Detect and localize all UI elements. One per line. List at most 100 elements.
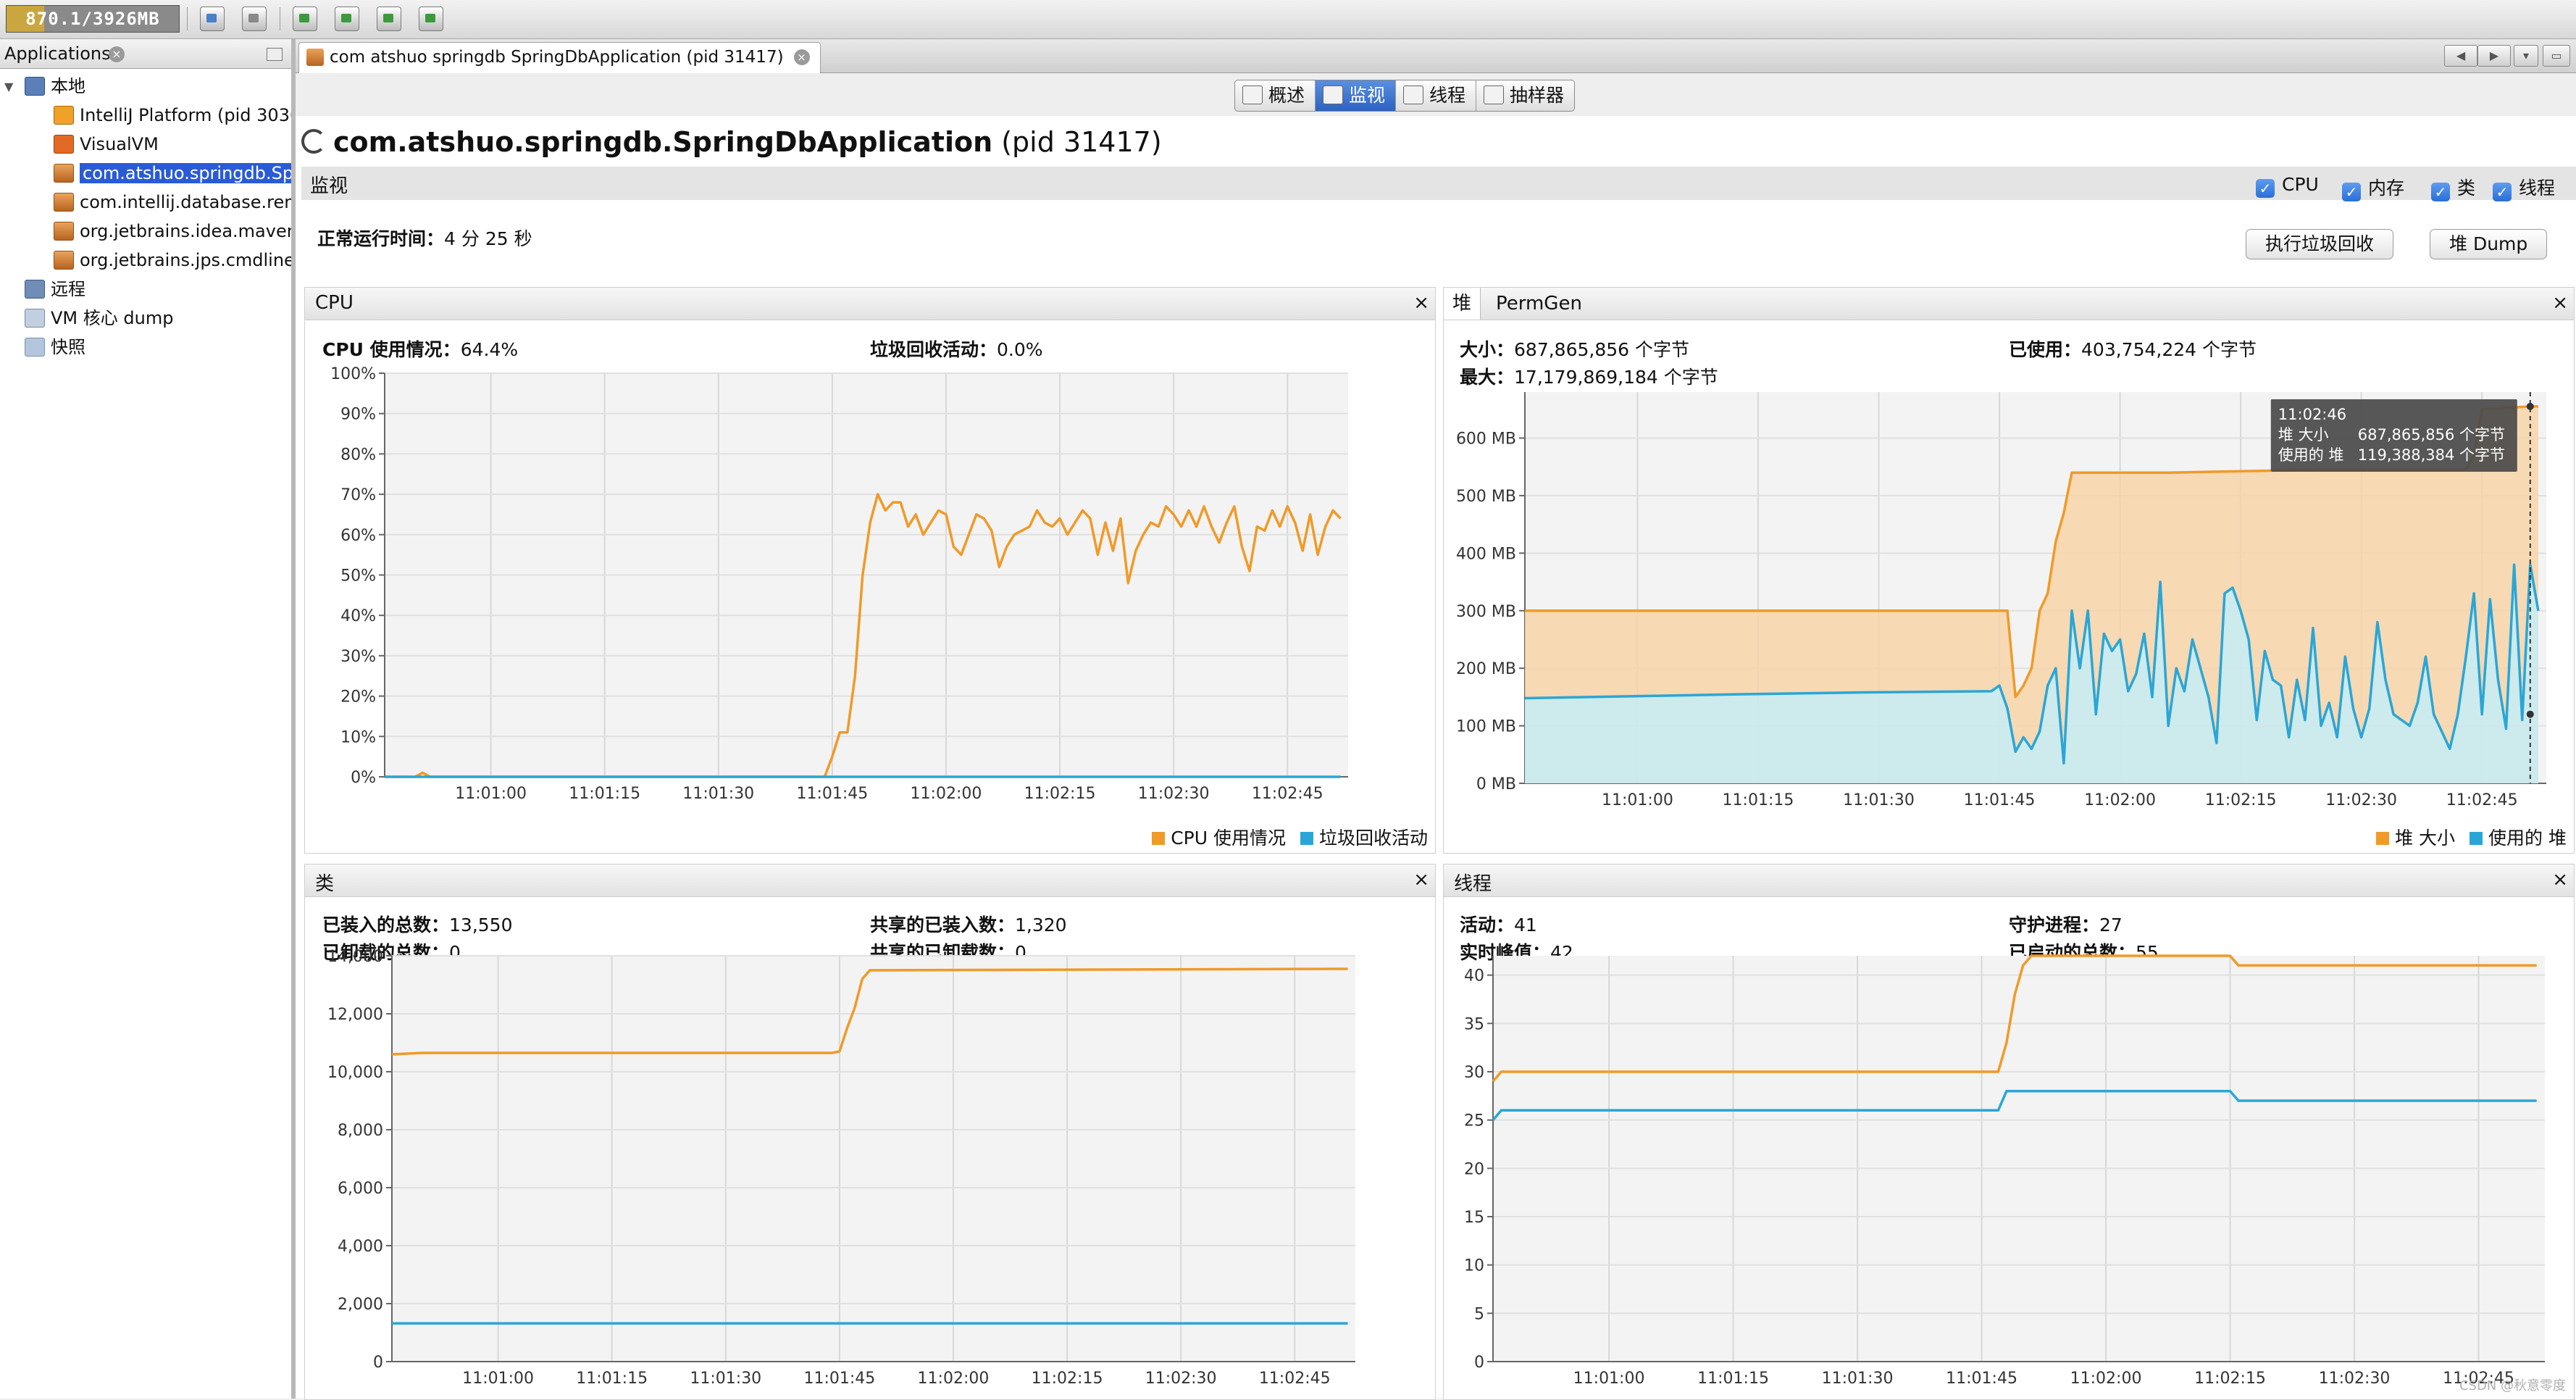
tree-item-label: 远程 <box>51 279 85 299</box>
maximize-icon[interactable]: ▭ <box>2543 45 2570 67</box>
uptime-value: 4 分 25 秒 <box>444 228 532 249</box>
minimize-icon[interactable] <box>267 48 283 61</box>
section-title: 监视 <box>310 175 348 197</box>
close-icon[interactable]: × <box>109 46 125 62</box>
document-tab[interactable]: com atshuo springdb SpringDbApplication … <box>298 42 821 73</box>
heap-used-value: 403,754,224 个字节 <box>2081 339 2257 360</box>
legend-swatch-blue <box>1300 832 1313 845</box>
tree-item[interactable]: com.intellij.database.remote.RemoteJdbcS… <box>54 188 291 216</box>
y-tick-label: 70% <box>340 486 376 504</box>
load-snapshot-icon[interactable] <box>419 7 443 31</box>
y-tick-label: 90% <box>340 406 376 424</box>
tree-item[interactable]: 快照 <box>25 333 291 361</box>
heap-panel-header: 堆 PermGen × <box>1444 288 2574 320</box>
applications-tab-label: Applications <box>4 43 111 64</box>
toolbar-separator <box>187 7 188 30</box>
threads-daemon-stat: 守护进程：27 <box>2009 911 2123 937</box>
tree-item[interactable]: org.jetbrains.idea.maven.server.RemoteMa… <box>54 217 291 245</box>
close-icon[interactable]: × <box>1413 292 1429 314</box>
tree-item-label: IntelliJ Platform (pid 30300) <box>80 105 291 125</box>
uptime: 正常运行时间：4 分 25 秒 <box>317 225 532 251</box>
checkbox-classes[interactable]: ✓ 类 <box>2431 174 2475 201</box>
checkbox-threads[interactable]: ✓ 线程 <box>2493 174 2555 201</box>
y-tick-label: 8,000 <box>338 1122 383 1140</box>
add-remote-host-icon[interactable] <box>335 7 359 31</box>
checkbox-memory[interactable]: ✓ 内存 <box>2342 174 2404 201</box>
x-tick-label: 11:01:15 <box>1723 791 1794 809</box>
tooltip-marker <box>2526 710 2534 718</box>
x-tick-label: 11:01:45 <box>803 1370 875 1388</box>
close-icon[interactable]: × <box>793 49 810 65</box>
x-tick-label: 11:01:15 <box>576 1370 648 1388</box>
classes-loaded-label: 已装入的总数： <box>322 914 450 936</box>
y-tick-label: 100% <box>330 365 376 383</box>
shared-loaded-label: 共享的已装入数： <box>870 914 1016 936</box>
threads-panel: 线程 × 活动：41 实时峰值：42 守护进程：27 已启动的总数：55 11:… <box>1443 864 2575 1400</box>
tree-item-label: 本地 <box>51 76 85 96</box>
x-tick-label: 11:01:30 <box>690 1370 761 1388</box>
overview-icon <box>1242 86 1263 104</box>
tab-permgen[interactable]: PermGen <box>1487 288 1591 320</box>
cpu-legend: CPU 使用情况 垃圾回收活动 <box>1137 824 1428 850</box>
heap-dump-button[interactable]: 堆 Dump <box>2430 229 2548 259</box>
tree-item[interactable]: VM 核心 dump <box>25 304 291 332</box>
tree-item[interactable]: 本地 <box>25 72 291 100</box>
x-tick-label: 11:02:00 <box>918 1370 990 1388</box>
java-app-icon <box>54 222 74 241</box>
check-icon: ✓ <box>2493 183 2512 201</box>
scroll-right-icon[interactable]: ▶ <box>2477 45 2511 67</box>
tree-item[interactable]: 远程 <box>25 275 291 303</box>
close-icon[interactable]: × <box>2552 869 2568 891</box>
tree-item[interactable]: VisualVM <box>54 130 291 158</box>
tree-item[interactable]: com.atshuo.springdb.SpringDbApplication … <box>54 159 291 187</box>
intellij-icon <box>54 106 74 125</box>
y-tick-label: 200 MB <box>1456 660 1516 678</box>
checkbox-classes-label: 类 <box>2457 178 2476 199</box>
applications-tab[interactable]: Applications × <box>0 39 291 69</box>
save-snapshot-icon[interactable] <box>200 7 225 31</box>
x-tick-label: 11:01:00 <box>455 785 527 803</box>
load-dump-icon[interactable] <box>377 7 401 31</box>
tree-item[interactable]: IntelliJ Platform (pid 30300) <box>54 101 291 129</box>
tree-item-label: VM 核心 dump <box>51 308 174 328</box>
view-subtabs: 概述 监视 线程 抽样器 <box>1234 80 1576 112</box>
document-tab-label: com atshuo springdb SpringDbApplication … <box>330 48 784 67</box>
x-tick-label: 11:01:00 <box>1573 1370 1645 1388</box>
add-jmx-connection-icon[interactable] <box>293 7 317 31</box>
close-icon[interactable]: × <box>1413 869 1429 891</box>
tab-label: 线程 <box>1429 85 1466 106</box>
tab-overview[interactable]: 概述 <box>1235 80 1316 111</box>
tab-sampler[interactable]: 抽样器 <box>1476 80 1574 111</box>
cpu-chart: 11:01:00 11:01:15 11:01:30 11:01:45 11:02:00… <box>330 365 1348 803</box>
host-icon <box>25 77 45 96</box>
tab-heap[interactable]: 堆 <box>1444 288 1481 320</box>
main-toolbar: 870.1/3926MB <box>0 0 2576 39</box>
tab-threads[interactable]: 线程 <box>1396 80 1477 111</box>
tab-monitor[interactable]: 监视 <box>1316 80 1397 111</box>
x-tick-label: 11:02:15 <box>1024 785 1096 803</box>
scroll-left-icon[interactable]: ◀ <box>2444 45 2477 67</box>
app-pid: (pid 31417) <box>1001 126 1162 158</box>
monitor-icon <box>1323 86 1344 104</box>
heap-used-stat: 已使用：403,754,224 个字节 <box>2009 336 2257 362</box>
checkbox-cpu[interactable]: ✓ CPU <box>2256 174 2319 198</box>
save-icon[interactable] <box>242 7 267 31</box>
tree-item-label: org.jetbrains.idea.maven.server.RemoteMa… <box>80 221 291 241</box>
tree-item[interactable]: org.jetbrains.jps.cmdline.Launcher <box>54 246 291 274</box>
y-tick-label: 30% <box>340 648 376 666</box>
close-icon[interactable]: × <box>2552 292 2568 314</box>
monitor-section-header: 监视 ✓ CPU ✓ 内存 ✓ 类 ✓ 线程 <box>301 167 2576 201</box>
y-tick-label: 10% <box>340 728 376 746</box>
memory-indicator[interactable]: 870.1/3926MB <box>6 5 180 33</box>
chevron-down-icon[interactable]: ▾ <box>2514 45 2538 67</box>
y-tick-label: 30 <box>1464 1064 1484 1082</box>
cpu-panel-header: CPU × <box>305 288 1435 320</box>
y-tick-label: 40% <box>340 607 376 625</box>
chevron-down-icon[interactable]: ▼ <box>4 80 13 93</box>
checkbox-memory-label: 内存 <box>2368 178 2405 199</box>
perform-gc-button[interactable]: 执行垃圾回收 <box>2246 229 2394 259</box>
x-tick-label: 11:02:15 <box>1032 1370 1103 1388</box>
x-tick-label: 11:02:15 <box>2194 1370 2266 1388</box>
x-tick-label: 11:02:30 <box>2319 1370 2391 1388</box>
applications-panel: Applications × 本地 IntelliJ Platform (pid … <box>0 39 296 1399</box>
